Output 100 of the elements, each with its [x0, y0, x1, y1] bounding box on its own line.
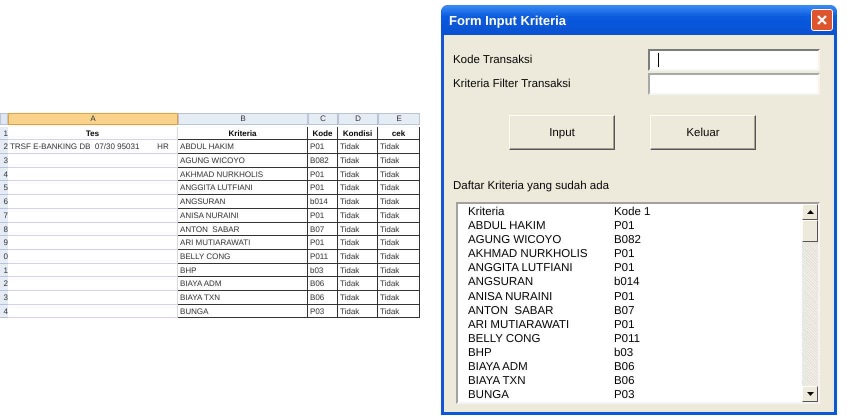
list-item[interactable]: P01 — [614, 318, 694, 332]
list-item[interactable]: BELLY CONG — [468, 332, 614, 346]
table-cell: Tidak — [378, 208, 420, 222]
list-item[interactable]: ARI MUTIARAWATI — [468, 318, 614, 332]
table-cell: BHP — [178, 264, 308, 278]
table-cell: ABDUL HAKIM — [178, 140, 308, 154]
scroll-thumb[interactable] — [802, 220, 818, 242]
list-item[interactable]: B082 — [614, 233, 694, 248]
table-cell: Tidak — [378, 168, 420, 182]
list-item[interactable]: P01 — [614, 219, 694, 234]
close-button[interactable] — [811, 9, 833, 31]
table-cell: ARI MUTIARAWATI — [178, 236, 308, 250]
table-cell: P01 — [308, 181, 338, 196]
input-field[interactable] — [648, 49, 820, 71]
table-cell: Tidak — [338, 181, 378, 196]
list-item[interactable]: BHP — [468, 346, 614, 360]
scroll-up-button[interactable] — [802, 204, 818, 220]
table-cell: b014 — [308, 195, 338, 209]
table-cell: Tidak — [338, 264, 378, 278]
list-item[interactable]: BUNGA — [468, 388, 614, 402]
up-arrow-icon — [806, 210, 814, 214]
list-item[interactable]: P01 — [614, 290, 694, 304]
list-item[interactable]: B06 — [614, 374, 694, 388]
table-cell: Tidak — [338, 304, 378, 318]
list-label: Daftar Kriteria yang sudah ada — [453, 180, 610, 192]
table-cell: P01 — [308, 208, 338, 222]
table-cell: BUNGA — [178, 304, 308, 318]
row-number: 1 — [0, 126, 8, 140]
list-item[interactable]: ANGSURAN — [468, 275, 614, 290]
table-cell: AGUNG WICOYO — [178, 154, 308, 168]
row-number: 9 — [0, 236, 8, 250]
table-cell: cek — [378, 126, 420, 140]
table-cell: Tidak — [338, 250, 378, 264]
table-cell: ANGSURAN — [178, 195, 308, 209]
table-cell: Tidak — [338, 236, 378, 250]
table-cell: ANTON SABAR — [178, 222, 308, 236]
column-header[interactable]: D — [338, 113, 378, 125]
list-box[interactable] — [456, 202, 820, 404]
text-cursor — [658, 53, 659, 67]
column-header[interactable]: C — [308, 113, 338, 125]
table-cell: Tidak — [378, 222, 420, 236]
table-cell: Kode — [308, 126, 338, 140]
table-cell: Tidak — [378, 195, 420, 209]
table-cell: P03 — [308, 304, 338, 318]
table-cell: B06 — [308, 277, 338, 291]
list-item[interactable]: AKHMAD NURKHOLIS — [468, 247, 614, 262]
row-number: 2 — [0, 277, 8, 291]
row-number: 3 — [0, 290, 8, 305]
list-item[interactable]: AGUNG WICOYO — [468, 233, 614, 248]
table-cell: Tidak — [378, 250, 420, 264]
field-label: Kode Transaksi — [453, 54, 532, 66]
table-cell: Tidak — [378, 277, 420, 291]
table-cell: Tidak — [338, 290, 378, 305]
table-cell: AKHMAD NURKHOLIS — [178, 168, 308, 182]
list-item[interactable]: b03 — [614, 346, 694, 360]
scroll-down-button[interactable] — [802, 386, 818, 402]
row-number: 1 — [0, 264, 8, 278]
table-cell: BIAYA ADM — [178, 277, 308, 291]
list-item[interactable]: B06 — [614, 360, 694, 374]
list-item[interactable]: b014 — [614, 275, 694, 290]
table-cell: Tidak — [378, 154, 420, 168]
dialog-button[interactable]: Input — [509, 115, 615, 150]
table-cell: B06 — [308, 290, 338, 305]
table-cell: ANISA NURAINI — [178, 208, 308, 222]
table-cell: Tidak — [338, 208, 378, 222]
list-item[interactable]: BIAYA TXN — [468, 374, 614, 388]
list-item[interactable]: P03 — [614, 388, 694, 402]
row-number: 4 — [0, 304, 8, 318]
row-number: 6 — [0, 195, 8, 209]
list-item[interactable]: P011 — [614, 332, 694, 346]
column-header[interactable]: E — [378, 113, 420, 125]
table-cell: B082 — [308, 154, 338, 168]
table-cell: Tidak — [338, 277, 378, 291]
list-item[interactable]: P01 — [614, 247, 694, 262]
list-item[interactable]: ANGGITA LUTFIANI — [468, 261, 614, 276]
input-field[interactable] — [648, 73, 820, 95]
list-item[interactable]: BIAYA ADM — [468, 360, 614, 374]
list-item[interactable]: P01 — [614, 261, 694, 276]
table-cell: Kriteria — [178, 126, 308, 140]
dialog-button[interactable]: Keluar — [650, 115, 756, 150]
list-item[interactable]: ABDUL HAKIM — [468, 219, 614, 234]
list-item[interactable]: B07 — [614, 304, 694, 318]
row-number: 0 — [0, 250, 8, 264]
row-number: 2 — [0, 140, 8, 154]
list-header: Kode 1 — [614, 205, 652, 220]
table-cell: Tidak — [338, 222, 378, 236]
table-cell: BIAYA TXN — [178, 290, 308, 305]
table-cell: Kondisi — [338, 126, 378, 140]
column-header[interactable]: B — [178, 113, 308, 125]
table-cell: P01 — [308, 140, 338, 154]
field-label: Kriteria Filter Transaksi — [453, 78, 571, 90]
close-icon — [816, 14, 828, 26]
down-arrow-icon — [806, 392, 814, 396]
table-cell: ANGGITA LUTFIANI — [178, 181, 308, 196]
row-number: 5 — [0, 181, 8, 196]
column-header[interactable]: A — [8, 113, 178, 125]
list-item[interactable]: ANISA NURAINI — [468, 290, 614, 304]
list-item[interactable]: ANTON SABAR — [468, 304, 614, 318]
table-cell: TRSF E-BANKING DB 07/30 95031 HR — [8, 140, 178, 154]
table-cell: Tes — [8, 126, 178, 140]
